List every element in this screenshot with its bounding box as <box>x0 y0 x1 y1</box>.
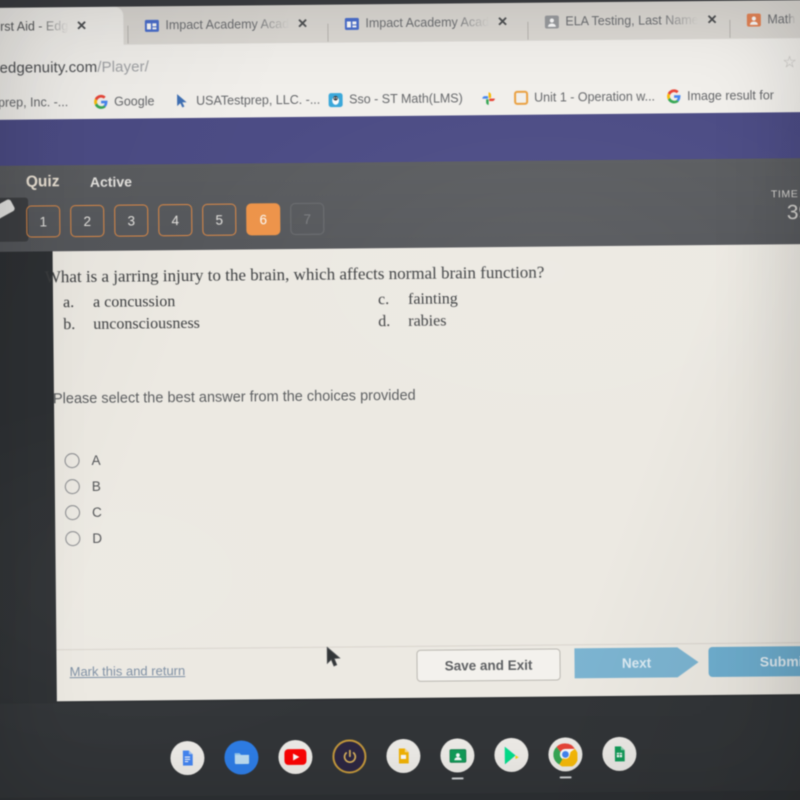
quiz-section-label: Quiz <box>25 173 60 191</box>
mark-this-and-return-link[interactable]: Mark this and return <box>70 663 186 679</box>
radio-b[interactable] <box>64 478 80 494</box>
cursor-blue-icon <box>175 94 190 109</box>
answer-option-a-label: A <box>91 452 101 468</box>
bookmark-google[interactable]: Google <box>93 91 155 112</box>
bookmark-stmath-label: Sso - ST Math(LMS) <box>349 91 463 107</box>
browser-tab-5-label: Math <box>767 12 796 27</box>
choice-c: c. fainting <box>378 290 458 309</box>
bookmark-usatestprep-label: USATestprep, LLC. -... <box>196 92 321 108</box>
google-classroom-icon[interactable] <box>440 738 475 780</box>
question-nav-7: 7 <box>290 202 325 236</box>
chromebook-screen-photo: 2122 First Aid - Edg ✕ Impact Academy Ac… <box>0 0 800 800</box>
google-g-icon <box>666 89 681 104</box>
question-navigator[interactable]: 1 2 3 4 5 6 7 <box>26 202 325 238</box>
bookmark-google-label: Google <box>114 94 155 109</box>
classroom-blue-icon <box>344 16 359 31</box>
google-play-icon[interactable] <box>494 737 529 773</box>
answer-option-b-label: B <box>91 478 101 494</box>
browser-tab-3[interactable]: Impact Academy Acad ✕ <box>334 3 524 43</box>
browser-tab-1-close-icon[interactable]: ✕ <box>76 18 87 34</box>
bookmark-stmath[interactable]: Sso - ST Math(LMS) <box>328 88 463 109</box>
question-nav-5[interactable]: 5 <box>202 203 237 236</box>
choice-c-letter: c. <box>377 291 390 309</box>
question-card: What is a jarring injury to the brain, w… <box>45 244 800 703</box>
question-nav-3[interactable]: 3 <box>114 204 149 237</box>
choice-b-text: unconsciousness <box>93 314 200 333</box>
google-chrome-icon[interactable] <box>548 737 583 779</box>
stmath-penguin-icon <box>328 92 343 107</box>
question-nav-1[interactable]: 1 <box>26 205 61 238</box>
bookmark-usatestprep[interactable]: USATestprep, LLC. -... <box>175 90 320 111</box>
choice-b: b. unconsciousness <box>63 315 200 334</box>
browser-tab-2-label: Impact Academy Acad <box>165 17 290 33</box>
question-prompt: What is a jarring injury to the brain, w… <box>44 262 545 287</box>
browser-tab-4[interactable]: ELA Testing, Last Name ✕ <box>534 1 726 41</box>
choice-d-letter: d. <box>378 313 391 331</box>
orange-square-icon <box>513 90 528 105</box>
next-button[interactable]: Next <box>574 647 698 678</box>
choice-d-text: rabies <box>408 312 447 330</box>
choice-c-text: fainting <box>407 290 458 308</box>
google-photos-icon <box>481 91 496 106</box>
bookmark-star-icon[interactable]: ☆ <box>782 52 797 72</box>
choice-a-text: a concussion <box>92 293 176 311</box>
question-nav-6[interactable]: 6 <box>246 203 281 236</box>
choice-a: a. a concussion <box>63 293 175 312</box>
browser-tab-2[interactable]: Impact Academy Acad ✕ <box>134 5 324 45</box>
browser-tab-5[interactable]: Math <box>736 0 800 39</box>
bookmark-google-photos[interactable] <box>481 88 502 108</box>
contacts-orange-icon <box>746 12 761 27</box>
browser-tab-2-close-icon[interactable]: ✕ <box>297 16 308 32</box>
answer-option-d-label: D <box>92 530 103 546</box>
bookmark-image-result[interactable]: Image result for <box>666 85 774 106</box>
browser-tab-4-close-icon[interactable]: ✕ <box>706 12 717 28</box>
answer-option-b[interactable]: B <box>64 473 102 499</box>
question-action-bar: Mark this and return Save and Exit Next … <box>56 642 800 703</box>
choice-b-letter: b. <box>63 316 76 334</box>
bookmark-unit1[interactable]: Unit 1 - Operation w... <box>513 87 655 108</box>
question-nav-2[interactable]: 2 <box>70 204 105 238</box>
save-and-exit-button[interactable]: Save and Exit <box>416 648 561 682</box>
browser-tab-4-label: ELA Testing, Last Name <box>565 13 699 29</box>
contacts-gray-icon <box>544 14 559 29</box>
bookmark-unit1-label: Unit 1 - Operation w... <box>534 89 656 105</box>
browser-tab-1-label: 2122 First Aid - Edg <box>0 19 69 34</box>
bookmark-testprep[interactable]: Testprep, Inc. -... <box>0 92 68 113</box>
radio-a[interactable] <box>64 452 80 468</box>
answer-option-c-label: C <box>91 504 102 520</box>
answer-option-a[interactable]: A <box>64 447 101 473</box>
google-docs-icon[interactable] <box>170 740 205 776</box>
time-remaining: TIME R 39 <box>771 188 800 225</box>
radio-d[interactable] <box>65 530 81 546</box>
bookmark-testprep-label: Testprep, Inc. -... <box>0 95 69 111</box>
choice-a-letter: a. <box>62 294 75 312</box>
address-bar-path: /Player/ <box>97 58 149 76</box>
radio-c[interactable] <box>64 504 81 520</box>
browser-tab-3-close-icon[interactable]: ✕ <box>497 14 508 30</box>
browser-tab-1[interactable]: 2122 First Aid - Edg ✕ <box>0 6 124 47</box>
answer-options[interactable]: A B C D <box>64 447 102 551</box>
files-folder-icon[interactable] <box>224 740 259 775</box>
answer-option-d[interactable]: D <box>65 525 102 551</box>
question-nav-4[interactable]: 4 <box>158 203 193 237</box>
youtube-icon[interactable] <box>278 739 313 775</box>
address-bar[interactable]: n.edgenuity.com/Player/ <box>0 58 149 77</box>
choice-d: d. rabies <box>378 313 446 332</box>
power-button-icon[interactable] <box>332 739 367 774</box>
google-slides-icon[interactable] <box>386 738 421 774</box>
google-sheets-icon[interactable] <box>602 736 637 772</box>
address-bar-host: n.edgenuity.com <box>0 58 98 77</box>
google-g-icon <box>93 94 108 109</box>
time-remaining-label: TIME R <box>770 188 800 201</box>
submit-button[interactable]: Submit <box>708 645 800 678</box>
browser-tab-3-label: Impact Academy Acad <box>365 15 490 31</box>
classroom-blue-icon <box>144 18 159 33</box>
answer-instruction: Please select the best answer from the c… <box>52 387 416 408</box>
time-remaining-value: 39 <box>786 201 800 225</box>
quiz-status-label: Active <box>89 173 132 190</box>
answer-option-c[interactable]: C <box>64 499 102 525</box>
eraser-tool-icon[interactable] <box>0 197 29 243</box>
bookmark-image-result-label: Image result for <box>687 88 775 104</box>
